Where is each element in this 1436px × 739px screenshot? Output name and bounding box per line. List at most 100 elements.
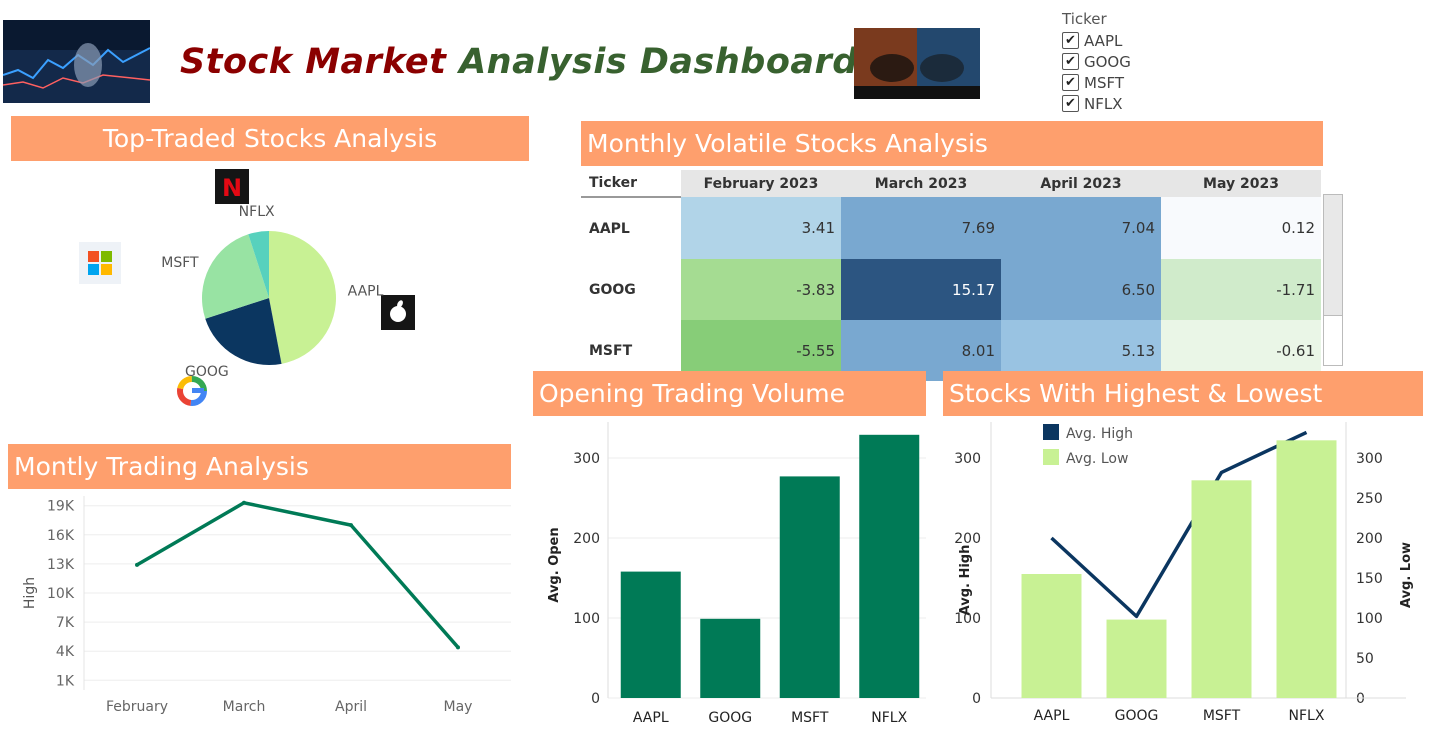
opening-volume-bar-chart: 0 100 200 300 Avg. Open AAPL GOOG MSFT NFLX [547, 422, 926, 726]
x-tick-label: AAPL [633, 710, 669, 726]
monthly-volatile-header: Monthly Volatile Stocks Analysis [581, 121, 1323, 166]
bar-msft[interactable] [779, 476, 840, 698]
microsoft-logo-icon [79, 242, 121, 284]
column-header: May 2023 [1161, 170, 1321, 197]
checkbox-icon[interactable]: ✔ [1062, 32, 1079, 49]
netflix-logo-icon: N [215, 169, 249, 204]
x-tick-label: NFLX [871, 710, 907, 726]
y-axis-label: Avg. Open [547, 527, 562, 602]
y-tick-label: 16K [47, 528, 75, 544]
x-tick-label: AAPL [1034, 708, 1070, 724]
y-tick-label: 1K [56, 673, 75, 689]
legend-label: Avg. Low [1066, 451, 1128, 467]
filter-option-nflx[interactable]: ✔ NFLX [1062, 93, 1131, 114]
bar-avg-low-overlay [1191, 480, 1252, 698]
line-point[interactable] [456, 645, 460, 650]
title-part-1: Stock Market [180, 42, 447, 82]
filter-option-label: GOOG [1084, 52, 1131, 71]
x-tick-label: GOOG [708, 710, 752, 726]
y-tick-label: 4K [56, 644, 75, 660]
line-point[interactable] [242, 500, 246, 505]
bar-goog[interactable] [700, 618, 761, 698]
bar-nflx[interactable] [859, 434, 920, 698]
x-tick-label: April [335, 699, 367, 715]
title-part-2: Analysis Dashboard [459, 42, 858, 82]
y-right-tick-label: 200 [1356, 531, 1383, 547]
x-tick-label: May [444, 699, 473, 715]
table-cell[interactable]: -1.71 [1161, 259, 1321, 320]
y-right-tick-label: 300 [1356, 451, 1383, 467]
y-right-tick-label: 100 [1356, 611, 1383, 627]
y-right-tick-label: 150 [1356, 571, 1383, 587]
legend-label: Avg. High [1066, 426, 1133, 442]
ticker-filter-label: Ticker [1062, 10, 1107, 28]
filter-option-aapl[interactable]: ✔ AAPL [1062, 30, 1131, 51]
table-cell[interactable]: 7.04 [1001, 197, 1161, 259]
y-tick-label: 19K [47, 499, 75, 515]
table-scrollbar[interactable] [1323, 194, 1343, 366]
y-left-tick-label: 0 [972, 691, 981, 707]
column-header: April 2023 [1001, 170, 1161, 197]
top-traded-pie-chart: N AAPL GOOG MSFT NFLX [79, 169, 415, 406]
bar-avg-low-goog[interactable] [1106, 619, 1167, 698]
market-chart-image [3, 20, 150, 103]
x-tick-label: March [223, 699, 266, 715]
filter-option-label: NFLX [1084, 94, 1123, 113]
filter-option-msft[interactable]: ✔ MSFT [1062, 72, 1131, 93]
bar-aapl[interactable] [620, 571, 681, 698]
checkbox-icon[interactable]: ✔ [1062, 74, 1079, 91]
table-cell[interactable]: 6.50 [1001, 259, 1161, 320]
filter-option-label: MSFT [1084, 73, 1124, 92]
table-cell[interactable]: 3.41 [681, 197, 841, 259]
legend: Avg. High Avg. Low [1043, 424, 1133, 467]
highest-lowest-combo-chart: 0100200300050100150200250300Avg. High Avg… [954, 422, 1414, 724]
series-line[interactable] [136, 501, 460, 649]
table-cell[interactable]: -3.83 [681, 259, 841, 320]
pie-slice-aapl[interactable] [269, 231, 337, 364]
bar-avg-low-aapl[interactable] [1021, 574, 1082, 698]
row-header: GOOG [581, 259, 681, 320]
filter-option-goog[interactable]: ✔ GOOG [1062, 51, 1131, 72]
pie-label: MSFT [161, 255, 199, 271]
row-header: AAPL [581, 197, 681, 259]
pie-label: AAPL [348, 284, 384, 300]
svg-text:N: N [222, 174, 242, 202]
google-logo-icon [177, 376, 207, 406]
table-cell[interactable]: 7.69 [841, 197, 1001, 259]
bar-avg-low-overlay [1276, 440, 1337, 698]
y-tick-label: 300 [573, 451, 600, 467]
apple-logo-icon [381, 295, 415, 330]
x-tick-label: MSFT [791, 710, 829, 726]
opening-volume-header: Opening Trading Volume [533, 371, 926, 416]
y-tick-label: 13K [47, 557, 75, 573]
highest-lowest-header: Stocks With Highest & Lowest [943, 371, 1423, 416]
line-point[interactable] [349, 523, 353, 528]
filter-option-label: AAPL [1084, 31, 1123, 50]
column-header: Ticker [581, 170, 681, 198]
pie-label: NFLX [239, 204, 275, 220]
x-tick-label: NFLX [1289, 708, 1325, 724]
monthly-trading-line-chart: 1K 4K 7K 10K 13K 16K 19K High February March April… [22, 496, 511, 715]
scrollbar-thumb[interactable] [1324, 195, 1342, 316]
y-right-tick-label: 50 [1356, 651, 1374, 667]
x-tick-label: February [106, 699, 168, 715]
y-tick-label: 200 [573, 531, 600, 547]
y-right-tick-label: 250 [1356, 491, 1383, 507]
y-tick-label: 10K [47, 586, 75, 602]
line-point[interactable] [135, 562, 139, 567]
top-traded-header: Top-Traded Stocks Analysis [11, 116, 529, 161]
y-left-axis-label: Avg. High [958, 545, 973, 616]
y-tick-label: 100 [573, 611, 600, 627]
legend-swatch-avg-low [1043, 449, 1059, 465]
checkbox-icon[interactable]: ✔ [1062, 95, 1079, 112]
pie-label: GOOG [185, 364, 229, 380]
table-cell[interactable]: 0.12 [1161, 197, 1321, 259]
legend-swatch-avg-high [1043, 424, 1059, 440]
dashboard-title: Stock Market Analysis Dashboard [180, 42, 858, 82]
y-tick-label: 0 [591, 691, 600, 707]
monthly-trading-header: Montly Trading Analysis [8, 444, 511, 489]
column-header: February 2023 [681, 170, 841, 197]
table-cell[interactable]: 15.17 [841, 259, 1001, 320]
checkbox-icon[interactable]: ✔ [1062, 53, 1079, 70]
column-header: March 2023 [841, 170, 1001, 197]
